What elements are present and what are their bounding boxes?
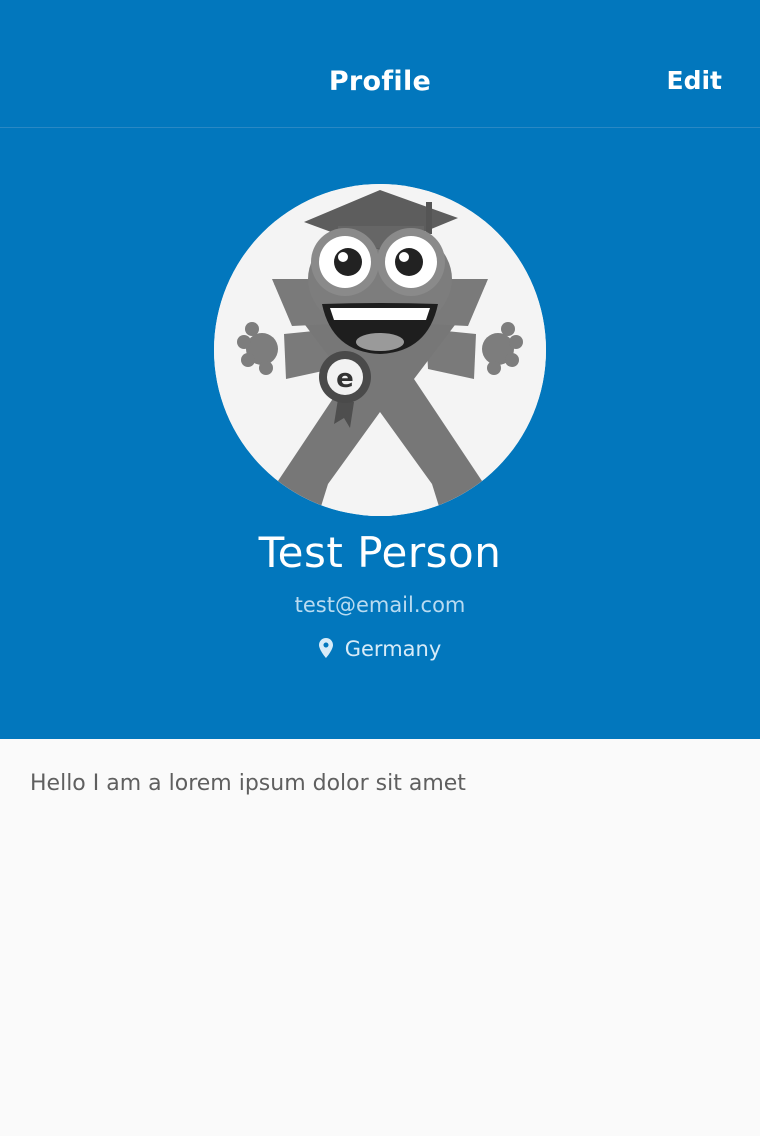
- edit-button[interactable]: Edit: [667, 66, 723, 95]
- profile-location: Germany: [0, 637, 760, 663]
- profile-screen: Profile Edit e Test Person test@email.co…: [0, 0, 760, 1136]
- nav-bar: Profile Edit: [0, 0, 760, 128]
- avatar: e: [214, 184, 546, 516]
- profile-header: e Test Person test@email.com Germany: [0, 128, 760, 739]
- page-title: Profile: [328, 66, 432, 97]
- profile-email: test@email.com: [294, 593, 466, 617]
- profile-bio: Hello I am a lorem ipsum dolor sit amet: [30, 771, 466, 796]
- location-label: Germany: [344, 637, 442, 661]
- profile-name: Test Person: [258, 528, 502, 577]
- map-pin-icon: [318, 638, 333, 663]
- mascot-avatar-image: e: [214, 184, 546, 516]
- svg-text:e: e: [336, 364, 354, 394]
